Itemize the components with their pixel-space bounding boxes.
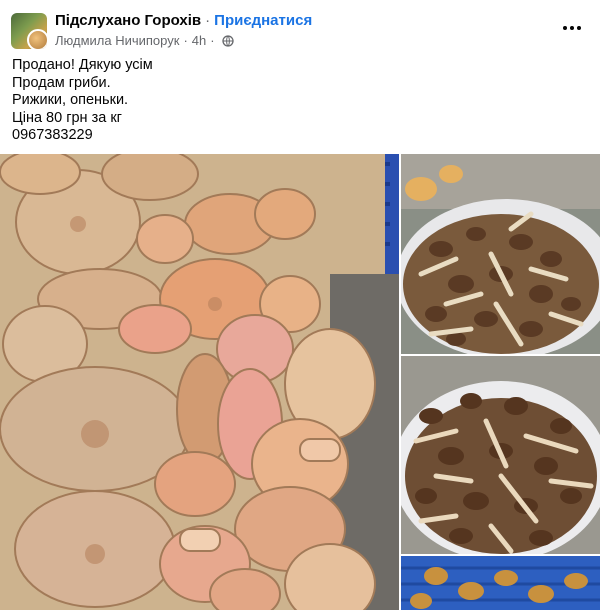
author-name-link[interactable]: Людмила Ничипорук [55,33,179,48]
photo-main[interactable] [0,154,399,610]
join-group-button[interactable]: Приєднатися [214,12,312,29]
photo-side-1[interactable] [401,154,600,354]
post-text-line: Продано! Дякую усім [12,57,153,73]
more-dots-icon[interactable] [558,16,586,40]
post-timestamp[interactable]: 4h [192,33,206,48]
separator-dot: · [205,12,211,29]
post-text-line: 0967383229 [12,127,93,143]
globe-icon[interactable] [221,35,234,50]
post-text-line: Ціна 80 грн за кг [12,109,122,126]
post-text-line: Рижики, опеньки. [12,92,129,108]
post-text-line: Продам гриби. [12,74,111,91]
post-text: Продано! Дякую усім Продам гриби. Рижики… [12,57,153,145]
author-avatar[interactable] [27,29,47,49]
separator-dot: · [210,33,215,48]
separator-dot: · [183,33,188,48]
post-header: Підслухано Горохів · Приєднатися Людмила Н… [0,0,600,54]
group-title-line: Підслухано Горохів · Приєднатися [55,12,312,29]
group-avatar[interactable] [11,13,47,49]
photo-side-3[interactable] [401,556,600,610]
photo-grid [0,154,600,610]
post-meta: Людмила Ничипорук · 4h · [55,33,234,50]
photo-side-2[interactable] [401,356,600,554]
group-name-link[interactable]: Підслухано Горохів [55,12,201,29]
